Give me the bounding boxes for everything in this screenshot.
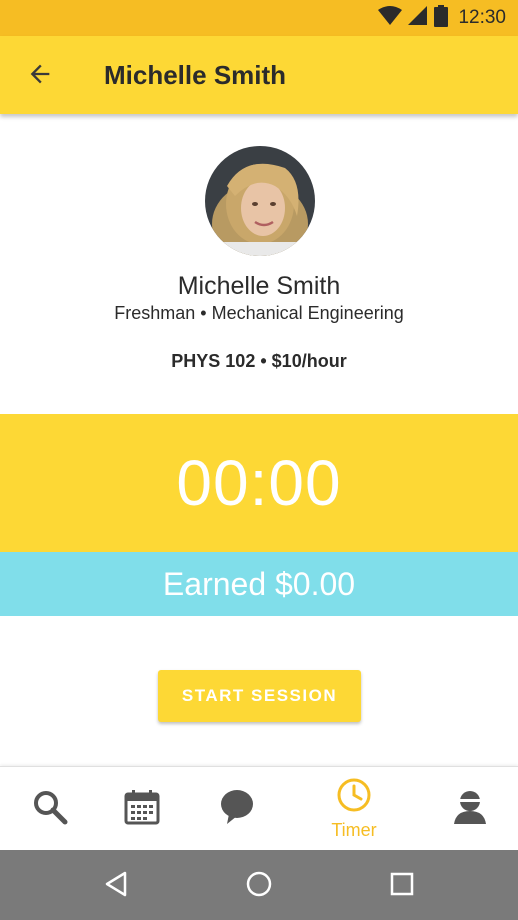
hourly-rate: $10/hour bbox=[271, 351, 347, 371]
timer-panel: 00:00 bbox=[0, 414, 518, 552]
chat-bubble-icon bbox=[219, 789, 255, 830]
timer-display: 00:00 bbox=[176, 447, 342, 519]
nav-timer[interactable]: Timer bbox=[314, 767, 394, 851]
status-icons: 12:30 bbox=[378, 0, 506, 36]
course-code: PHYS 102 bbox=[171, 351, 256, 371]
profile-name: Michelle Smith bbox=[177, 272, 341, 300]
calendar-icon bbox=[124, 789, 160, 830]
person-icon bbox=[452, 789, 488, 830]
nav-messages[interactable] bbox=[209, 767, 265, 851]
status-time: 12:30 bbox=[458, 7, 506, 28]
page-title: Michelle Smith bbox=[104, 60, 287, 90]
nav-calendar[interactable] bbox=[114, 767, 170, 851]
system-home-button[interactable] bbox=[241, 868, 277, 904]
earned-amount: Earned $0.00 bbox=[162, 565, 356, 602]
earned-panel: Earned $0.00 bbox=[0, 552, 518, 616]
clock-icon bbox=[336, 777, 372, 818]
nav-profile[interactable] bbox=[442, 767, 498, 851]
profile-details: Freshman • Mechanical Engineering bbox=[0, 303, 518, 324]
arrow-back-icon bbox=[26, 60, 54, 93]
bottom-nav: Timer bbox=[0, 766, 518, 850]
triangle-back-icon bbox=[103, 870, 129, 903]
system-back-button[interactable] bbox=[98, 868, 134, 904]
nav-search[interactable] bbox=[22, 767, 78, 851]
square-recents-icon bbox=[389, 871, 415, 902]
profile-year: Freshman bbox=[114, 303, 196, 323]
system-nav-bar bbox=[0, 850, 518, 920]
avatar bbox=[205, 146, 315, 256]
back-button[interactable] bbox=[22, 58, 58, 94]
circle-home-icon bbox=[245, 870, 273, 903]
separator-dot: • bbox=[200, 303, 212, 323]
battery-icon bbox=[434, 4, 449, 32]
system-recents-button[interactable] bbox=[384, 868, 420, 904]
separator-dot: • bbox=[260, 351, 272, 371]
search-icon bbox=[31, 788, 69, 831]
course-rate: PHYS 102 • $10/hour bbox=[0, 351, 518, 372]
wifi-icon bbox=[378, 5, 403, 31]
nav-timer-label: Timer bbox=[331, 820, 377, 840]
profile-major: Mechanical Engineering bbox=[211, 303, 404, 323]
status-bar: 12:30 bbox=[0, 0, 518, 36]
start-session-button[interactable]: START SESSION bbox=[158, 670, 361, 722]
signal-icon bbox=[408, 5, 428, 31]
app-bar: Michelle Smith bbox=[0, 36, 518, 114]
